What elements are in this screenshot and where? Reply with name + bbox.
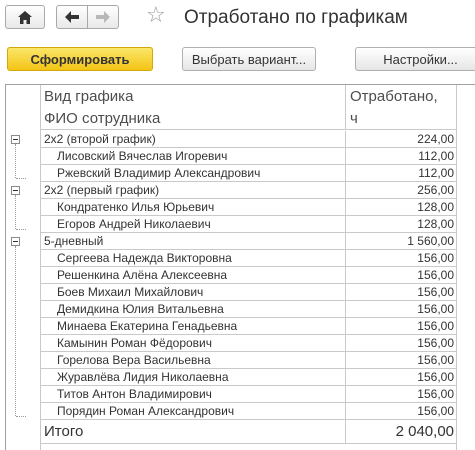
table-row[interactable]: Кондратенко Илья Юрьевич 128,00 xyxy=(40,199,456,216)
employee-name: Минаева Екатерина Генадьевна xyxy=(40,318,346,334)
collapse-toggle-icon[interactable] xyxy=(11,135,20,144)
hours-value: 112,00 xyxy=(418,166,454,180)
employee-name: Титов Антон Владимирович xyxy=(40,386,346,402)
forward-button[interactable] xyxy=(87,5,119,29)
collapse-toggle-icon[interactable] xyxy=(11,186,20,195)
employee-name: Демидкина Юлия Витальевна xyxy=(40,301,346,317)
favorite-star-icon[interactable]: ☆ xyxy=(146,4,166,28)
group-row[interactable]: 2x2 (второй график) 224,00 xyxy=(40,131,456,148)
employee-name: Горелова Вера Васильевна xyxy=(40,352,346,368)
tree-connector-line xyxy=(15,195,16,229)
hours-value: 156,00 xyxy=(417,404,454,418)
total-row[interactable]: Итого 2 040,00 xyxy=(40,420,456,444)
home-button[interactable] xyxy=(5,5,45,29)
total-label: Итого xyxy=(40,420,346,443)
tree-connector-line xyxy=(16,178,26,179)
column-header-employee: ФИО сотрудника xyxy=(40,107,346,129)
employee-name: Камынин Роман Фёдорович xyxy=(40,335,346,351)
table-row[interactable]: Боев Михаил Михайлович 156,00 xyxy=(40,284,456,301)
employee-name: Лисовский Вячеслав Игоревич xyxy=(40,148,346,164)
hours-value: 156,00 xyxy=(417,319,454,333)
home-icon xyxy=(18,10,32,24)
column-header-worked: Отработано, xyxy=(350,87,438,105)
group-row[interactable]: 2x2 (первый график) 256,00 xyxy=(40,182,456,199)
table-row[interactable]: Ржевский Владимир Александрович 112,00 xyxy=(40,165,456,182)
table-row[interactable]: Лисовский Вячеслав Игоревич 112,00 xyxy=(40,148,456,165)
arrow-right-icon xyxy=(96,11,110,23)
group-name: 2x2 (второй график) xyxy=(40,131,346,147)
hours-value: 112,00 xyxy=(418,149,454,163)
column-header-unit: ч xyxy=(350,109,358,127)
arrow-left-icon xyxy=(65,11,79,23)
hours-value: 156,00 xyxy=(417,336,454,350)
back-button[interactable] xyxy=(56,5,88,29)
table-row[interactable]: Горелова Вера Васильевна 156,00 xyxy=(40,352,456,369)
hours-value: 156,00 xyxy=(417,268,454,282)
hours-value: 128,00 xyxy=(417,200,454,214)
group-row[interactable]: 5-дневный 1 560,00 xyxy=(40,233,456,250)
hours-value: 128,00 xyxy=(417,217,454,231)
grid-line xyxy=(456,85,457,450)
group-name: 5-дневный xyxy=(40,233,346,249)
group-value: 1 560,00 xyxy=(407,234,454,248)
hours-value: 156,00 xyxy=(417,251,454,265)
table-row[interactable]: Решенкина Алёна Алексеевна 156,00 xyxy=(40,267,456,284)
hours-value: 156,00 xyxy=(417,387,454,401)
table-row[interactable]: Минаева Екатерина Генадьевна 156,00 xyxy=(40,318,456,335)
table-row[interactable]: Егоров Андрей Николаевич 128,00 xyxy=(40,216,456,233)
tree-connector-line xyxy=(16,416,26,417)
hours-value: 156,00 xyxy=(417,353,454,367)
table-row[interactable]: Камынин Роман Фёдорович 156,00 xyxy=(40,335,456,352)
employee-name: Боев Михаил Михайлович xyxy=(40,284,346,300)
title-bar: ☆ Отработано по графикам xyxy=(0,0,475,40)
group-name: 2x2 (первый график) xyxy=(40,182,346,198)
table-row[interactable]: Журавлёва Лидия Николаевна 156,00 xyxy=(40,369,456,386)
employee-name: Сергеева Надежда Викторовна xyxy=(40,250,346,266)
employee-name: Егоров Андрей Николаевич xyxy=(40,216,346,232)
tree-connector-line xyxy=(15,144,16,178)
employee-name: Решенкина Алёна Алексеевна xyxy=(40,267,346,283)
generate-button[interactable]: Сформировать xyxy=(7,47,153,71)
employee-name: Ржевский Владимир Александрович xyxy=(40,165,346,181)
total-value: 2 040,00 xyxy=(395,423,454,440)
group-value: 256,00 xyxy=(417,183,454,197)
group-value: 224,00 xyxy=(417,132,454,146)
hours-value: 156,00 xyxy=(417,370,454,384)
settings-button[interactable]: Настройки... xyxy=(355,47,475,71)
employee-name: Кондратенко Илья Юрьевич xyxy=(40,199,346,215)
report-spreadsheet[interactable]: Вид графика Отработано, ФИО сотрудника ч… xyxy=(5,84,475,450)
table-row[interactable]: Титов Антон Владимирович 156,00 xyxy=(40,386,456,403)
collapse-toggle-icon[interactable] xyxy=(11,237,20,246)
table-row[interactable]: Порядин Роман Александрович 156,00 xyxy=(40,403,456,420)
hours-value: 156,00 xyxy=(417,285,454,299)
header-row: ФИО сотрудника ч xyxy=(40,107,456,130)
hours-value: 156,00 xyxy=(417,302,454,316)
header-row: Вид графика Отработано, xyxy=(40,85,456,107)
employee-name: Порядин Роман Александрович xyxy=(40,403,346,419)
select-variant-button[interactable]: Выбрать вариант... xyxy=(182,47,316,71)
tree-connector-line xyxy=(16,229,26,230)
column-header-schedule-type: Вид графика xyxy=(40,85,346,107)
table-row[interactable]: Демидкина Юлия Витальевна 156,00 xyxy=(40,301,456,318)
tree-connector-line xyxy=(15,246,16,416)
employee-name: Журавлёва Лидия Николаевна xyxy=(40,369,346,385)
page-title: Отработано по графикам xyxy=(184,7,408,28)
table-row[interactable]: Сергеева Надежда Викторовна 156,00 xyxy=(40,250,456,267)
